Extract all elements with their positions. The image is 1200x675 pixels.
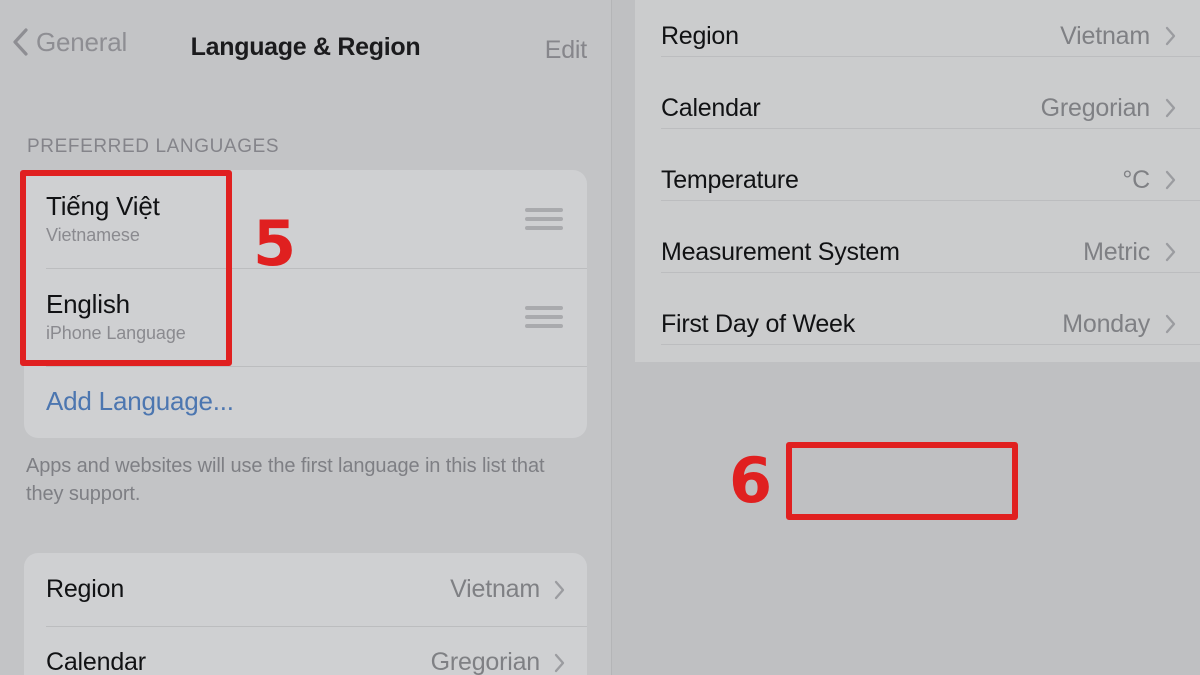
row-separator [661, 56, 1200, 57]
chevron-right-icon [1165, 26, 1176, 46]
add-language-button[interactable]: Add Language... [24, 366, 587, 436]
setting-value-group: Vietnam [450, 575, 565, 604]
row-separator [46, 366, 587, 367]
language-subtitle: Vietnamese [46, 225, 140, 246]
setting-value: Gregorian [430, 648, 541, 675]
setting-row-calendar[interactable]: Calendar Gregorian [24, 626, 587, 675]
row-separator [661, 344, 1200, 345]
navigation-bar: General Language & Region Edit [0, 0, 611, 84]
setting-value: °C [1122, 165, 1150, 194]
drag-handle-icon[interactable] [525, 306, 563, 328]
chevron-right-icon [554, 580, 565, 600]
preferred-languages-header: PREFERRED LANGUAGES [27, 136, 280, 157]
chevron-right-icon [1165, 170, 1176, 190]
chevron-right-icon [1165, 98, 1176, 118]
setting-label: Measurement System [661, 237, 900, 266]
language-row-english[interactable]: English iPhone Language [24, 268, 587, 366]
screenshot-root: General Language & Region Edit PREFERRED… [0, 0, 1200, 675]
chevron-right-icon [1165, 242, 1176, 262]
region-settings-list: Region Vietnam Calendar Gregorian Temper… [635, 0, 1200, 362]
setting-value-group: Metric [1083, 238, 1176, 267]
setting-label: First Day of Week [661, 309, 855, 338]
language-row-vietnamese[interactable]: Tiếng Việt Vietnamese [24, 170, 587, 268]
page-title: Language & Region [190, 33, 421, 61]
setting-label: Temperature [661, 165, 799, 194]
setting-label: Region [661, 21, 739, 50]
setting-value: Monday [1062, 309, 1150, 338]
setting-value-group: Gregorian [431, 648, 565, 675]
setting-row-temperature[interactable]: Temperature °C [635, 144, 1200, 216]
setting-value: Vietnam [450, 575, 540, 603]
region-settings-card: Region Vietnam Calendar Gregorian [24, 553, 587, 675]
language-title: Tiếng Việt [46, 190, 160, 221]
setting-value: Gregorian [1040, 93, 1151, 122]
setting-value-group: °C [1122, 166, 1176, 195]
setting-row-first-day-of-week[interactable]: First Day of Week Monday [635, 288, 1200, 360]
setting-row-region[interactable]: Region Vietnam [24, 553, 587, 626]
row-separator [661, 128, 1200, 129]
setting-row-calendar[interactable]: Calendar Gregorian [635, 72, 1200, 144]
edit-button[interactable]: Edit [545, 36, 587, 65]
setting-value-group: Monday [1062, 310, 1176, 339]
chevron-right-icon [1165, 314, 1176, 334]
setting-row-measurement-system[interactable]: Measurement System Metric [635, 216, 1200, 288]
left-phone-screen: General Language & Region Edit PREFERRED… [0, 0, 611, 675]
language-subtitle: iPhone Language [46, 323, 186, 344]
setting-label: Calendar [46, 648, 146, 675]
setting-label: Calendar [661, 93, 761, 122]
annotation-number-6: 6 [729, 444, 773, 517]
setting-row-region[interactable]: Region Vietnam [635, 0, 1200, 72]
setting-value-group: Gregorian [1041, 94, 1176, 123]
setting-value-group: Vietnam [1060, 22, 1176, 51]
setting-value: Metric [1083, 237, 1150, 266]
row-separator [661, 200, 1200, 201]
preferred-languages-card: Tiếng Việt Vietnamese English iPhone Lan… [24, 170, 587, 438]
setting-label: Region [46, 575, 125, 603]
panel-divider [611, 0, 612, 675]
languages-footnote: Apps and websites will use the first lan… [26, 455, 545, 506]
row-separator [46, 626, 587, 627]
drag-handle-icon[interactable] [525, 208, 563, 230]
setting-value: Vietnam [1060, 21, 1150, 50]
row-separator [661, 272, 1200, 273]
language-title: English [46, 288, 130, 319]
chevron-right-icon [554, 653, 565, 673]
right-phone-screen: Region Vietnam Calendar Gregorian Temper… [611, 0, 1200, 675]
annotation-number-5: 5 [253, 207, 297, 280]
add-language-label: Add Language... [46, 385, 234, 416]
